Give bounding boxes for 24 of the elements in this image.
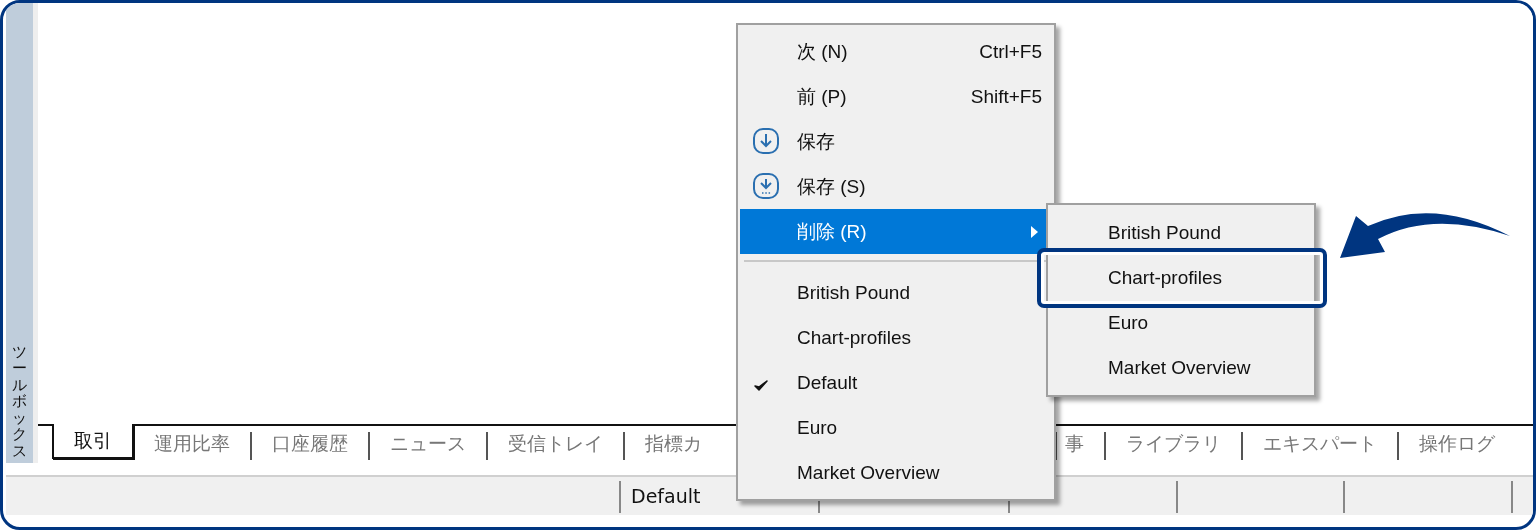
status-profile: Default [631,485,701,507]
tab[interactable]: ライブラリ [1106,432,1243,460]
tab[interactable]: 取引 [52,424,134,459]
toolbox-label[interactable]: ツールボックス [12,343,27,459]
menu-item[interactable]: 保存 (S) [740,164,1052,209]
menu-item[interactable]: 前 (P) Shift+F5 [740,74,1052,119]
menu-item[interactable]: Default [740,360,1052,405]
save-icon [752,127,780,155]
submenu-item[interactable]: Euro [1108,311,1149,334]
tab[interactable]: 運用比率 [134,432,252,460]
save-as-icon [752,172,780,200]
tab[interactable]: 操作ログ [1399,432,1515,460]
tab[interactable]: エキスパート [1243,432,1399,460]
submenu-item[interactable]: Chart-profiles [1108,266,1223,289]
submenu-item[interactable]: Market Overview [1108,356,1251,379]
menu-item[interactable]: Euro [740,405,1052,450]
tab[interactable]: ニュース [370,432,488,460]
menu-item[interactable]: Market Overview [740,450,1052,495]
menu-item[interactable]: 次 (N) Ctrl+F5 [740,29,1052,74]
submenu-arrow-icon [1031,225,1038,238]
menu-item[interactable]: 保存 [740,119,1052,164]
submenu-item[interactable]: British Pound [1108,221,1221,244]
tab[interactable]: 受信トレイ [488,432,625,460]
tab[interactable]: 口座履歴 [252,432,370,460]
